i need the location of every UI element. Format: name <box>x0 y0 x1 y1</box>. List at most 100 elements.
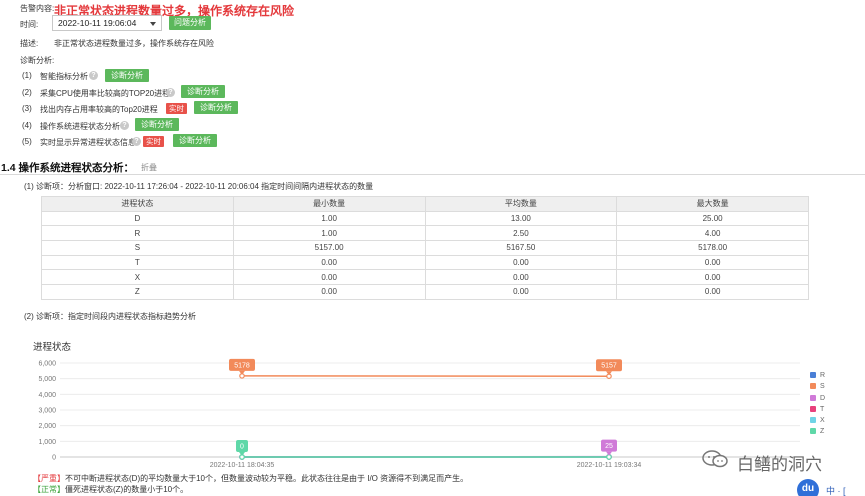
legend-item-z[interactable]: Z <box>810 428 825 439</box>
watermark-text: 白鳝的洞穴 <box>737 455 822 474</box>
table-header-row: 进程状态 最小数量 平均数量 最大数量 <box>41 196 809 212</box>
diag-item-label: 采集CPU使用率比较高的TOP20进程 <box>40 89 171 98</box>
description-label: 描述: <box>20 39 39 48</box>
table-cell: 5178.00 <box>616 240 809 256</box>
legend-item-t[interactable]: T <box>810 405 825 417</box>
diag-button-4[interactable]: 诊断分析 <box>135 118 179 131</box>
table-cell: 0.00 <box>232 284 426 300</box>
legend-swatch <box>810 372 816 378</box>
note-normal: 【正常】僵死进程状态(Z)的数量小于10个。 <box>33 484 188 495</box>
table-cell: 1.00 <box>232 225 426 242</box>
diag-item-label: 实时显示异常进程状态信息 <box>40 138 136 147</box>
table-header: 最大数量 <box>616 196 809 212</box>
table-cell: 2.50 <box>424 225 618 242</box>
note-severe: 【严重】不可中断进程状态(D)的平均数量大于10个，但数量波动较为平稳。此状态往… <box>33 473 468 484</box>
legend-swatch <box>810 405 816 412</box>
table-row: D 1.00 13.00 25.00 <box>41 210 809 227</box>
time-label: 时间: <box>20 20 39 29</box>
legend-label: S <box>820 383 825 391</box>
table-cell: 5167.50 <box>424 240 618 256</box>
table-cell: R <box>41 225 234 242</box>
table-row: Z 0.00 0.00 0.00 <box>41 284 809 300</box>
diag-item-index: (5) <box>22 137 32 146</box>
table-cell: 0.00 <box>424 254 618 271</box>
diag-item-label: 智能指标分析 <box>40 72 88 81</box>
alert-label: 告警内容: <box>20 4 55 13</box>
y-tick-label: 5,000 <box>38 376 56 383</box>
diag-button-3[interactable]: 诊断分析 <box>194 101 238 114</box>
y-tick-label: 4,000 <box>38 392 56 399</box>
data-label: 25 <box>605 443 613 450</box>
table-cell: 0.00 <box>424 284 618 300</box>
diag-item-label: 找出内存占用率较高的Top20进程 <box>40 105 158 114</box>
legend-swatch <box>810 394 816 401</box>
x-tick-label: 2022-10-11 18:04:35 <box>210 462 275 469</box>
table-header: 进程状态 <box>41 196 234 212</box>
legend-label: R <box>820 372 826 379</box>
baidu-logo-icon[interactable]: du <box>797 479 819 496</box>
diag-item-2-text: (2) 诊断项：指定时间段内进程状态指标趋势分析 <box>24 312 196 321</box>
diag-button-2[interactable]: 诊断分析 <box>181 85 225 98</box>
legend-label: Z <box>820 428 825 436</box>
table-row: S 5157.00 5167.50 5178.00 <box>41 240 809 256</box>
help-icon[interactable]: ? <box>166 88 175 97</box>
table-cell: 0.00 <box>232 254 426 271</box>
diag-item-index: (3) <box>22 104 32 113</box>
diag-item-index: (2) <box>22 88 32 97</box>
time-select[interactable]: 2022-10-11 19:06:04 <box>52 15 162 31</box>
table-cell: 1.00 <box>232 210 426 227</box>
legend-item-r[interactable]: R <box>810 372 825 383</box>
section-title: 1.4 操作系统进程状态分析： <box>1 162 135 174</box>
y-tick-label: 3,000 <box>38 408 56 415</box>
legend-item-s[interactable]: S <box>810 383 825 394</box>
help-icon[interactable]: ? <box>89 71 98 80</box>
table-cell: 0.00 <box>232 269 426 286</box>
note-text: 不可中断进程状态(D)的平均数量大于10个，但数量波动较为平稳。此状态往往是由于… <box>65 474 469 483</box>
table-header: 最小数量 <box>232 196 426 212</box>
table-cell: T <box>41 254 234 271</box>
realtime-badge: 实时 <box>143 136 164 147</box>
realtime-badge: 实时 <box>166 103 187 114</box>
chart-legend: R S D T X Z <box>810 372 825 440</box>
process-state-chart: 0 1,000 2,000 3,000 4,000 5,000 6,000 2022-10-1… <box>38 358 800 469</box>
diag-item-index: (1) <box>22 71 32 80</box>
table-cell: 0.00 <box>616 269 809 286</box>
x-tick-label: 2022-10-11 19:03:34 <box>577 462 642 469</box>
table-cell: Z <box>41 284 234 300</box>
data-label: 0 <box>240 444 244 451</box>
legend-label: D <box>820 394 826 402</box>
table-cell: 0.00 <box>616 254 809 271</box>
table-cell: X <box>41 269 234 286</box>
table-cell: 0.00 <box>424 269 618 286</box>
note-text: 僵死进程状态(Z)的数量小于10个。 <box>65 485 189 494</box>
diag-button-5[interactable]: 诊断分析 <box>173 134 217 147</box>
table-cell: 0.00 <box>616 284 809 300</box>
table-cell: 25.00 <box>616 210 809 227</box>
y-tick-label: 6,000 <box>38 361 56 368</box>
help-icon[interactable]: ? <box>132 137 141 146</box>
diag-item-index: (4) <box>22 121 32 130</box>
diagnosis-label: 诊断分析: <box>20 56 55 65</box>
description-value: 非正常状态进程数量过多，操作系统存在风险 <box>54 39 214 48</box>
legend-item-x[interactable]: X <box>810 417 825 428</box>
table-cell: 5157.00 <box>232 240 426 256</box>
wechat-icon <box>702 450 728 468</box>
baidu-logo-text: du <box>801 483 815 494</box>
table-cell: S <box>41 240 234 256</box>
fold-toggle[interactable]: 折叠 <box>141 162 157 173</box>
help-icon[interactable]: ? <box>120 121 129 130</box>
legend-item-d[interactable]: D <box>810 394 826 406</box>
table-row: T 0.00 0.00 0.00 <box>41 254 809 271</box>
table-cell: 13.00 <box>424 210 618 227</box>
y-tick-label: 2,000 <box>38 423 56 430</box>
problem-analysis-button[interactable]: 问题分析 <box>169 16 211 30</box>
legend-swatch <box>810 383 816 390</box>
legend-label: T <box>820 405 825 413</box>
data-label: 5178 <box>234 362 250 369</box>
table-row: R 1.00 2.50 4.00 <box>41 225 809 242</box>
process-state-table: 进程状态 最小数量 平均数量 最大数量 D 1.00 13.00 25.00 R… <box>41 196 809 300</box>
ime-toolbar[interactable]: 中 · [ <box>826 484 846 496</box>
diag-item-1-text: (1) 诊断项：分析窗口: 2022-10-11 17:26:04 - 2022… <box>24 182 374 191</box>
legend-label: X <box>820 417 825 425</box>
diag-button-1[interactable]: 诊断分析 <box>105 69 149 82</box>
